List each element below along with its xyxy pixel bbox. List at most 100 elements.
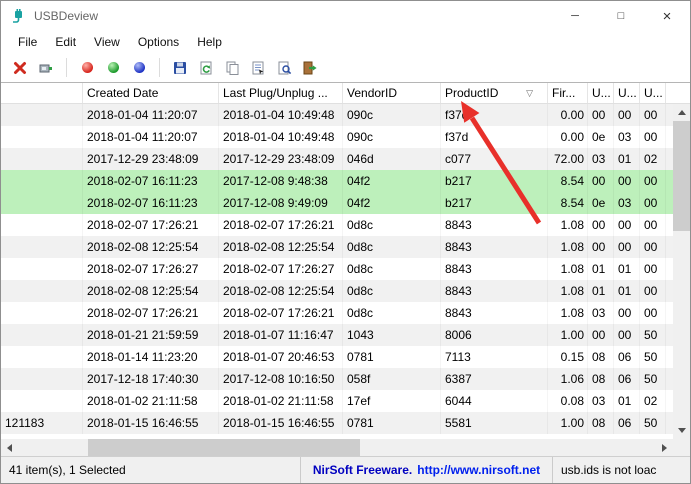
cell-vid: 0d8c bbox=[343, 258, 441, 280]
cell-pid: b217 bbox=[441, 192, 548, 214]
cell-c0 bbox=[1, 390, 83, 412]
cell-fw: 0.00 bbox=[548, 104, 588, 126]
table-row[interactable]: 2018-02-08 12:25:542018-02-08 12:25:540d… bbox=[1, 280, 673, 302]
save-report-button[interactable] bbox=[171, 59, 189, 77]
cell-created: 2018-01-02 21:11:58 bbox=[83, 390, 219, 412]
menu-file[interactable]: File bbox=[9, 33, 46, 51]
cell-u3: 00 bbox=[640, 280, 666, 302]
cell-vid: 04f2 bbox=[343, 192, 441, 214]
column-header-u3[interactable]: U... bbox=[640, 83, 666, 103]
table-row[interactable]: 2018-02-07 17:26:272018-02-07 17:26:270d… bbox=[1, 258, 673, 280]
cell-plug: 2018-02-07 17:26:27 bbox=[219, 258, 343, 280]
horizontal-scroll-thumb[interactable] bbox=[88, 439, 360, 456]
cell-fw: 1.00 bbox=[548, 412, 588, 434]
column-header-vid[interactable]: VendorID bbox=[343, 83, 441, 103]
table-row[interactable]: 2018-02-07 16:11:232017-12-08 9:49:0904f… bbox=[1, 192, 673, 214]
scroll-right-button[interactable] bbox=[656, 439, 673, 456]
red-circle-icon bbox=[82, 62, 93, 73]
cell-u1: 03 bbox=[588, 302, 614, 324]
menu-options[interactable]: Options bbox=[129, 33, 188, 51]
cell-fw: 1.08 bbox=[548, 280, 588, 302]
device-list: Created DateLast Plug/Unplug ...VendorID… bbox=[1, 82, 690, 456]
cell-c0 bbox=[1, 170, 83, 192]
scroll-left-button[interactable] bbox=[1, 439, 18, 456]
table-row[interactable]: 2018-02-07 17:26:212018-02-07 17:26:210d… bbox=[1, 302, 673, 324]
menu-edit[interactable]: Edit bbox=[46, 33, 85, 51]
vertical-scroll-thumb[interactable] bbox=[673, 121, 690, 231]
usbids-status-text: usb.ids is not loac bbox=[561, 463, 656, 477]
header-row: Created DateLast Plug/Unplug ...VendorID… bbox=[1, 83, 690, 104]
scroll-down-button[interactable] bbox=[673, 422, 690, 439]
maximize-button[interactable]: □ bbox=[598, 1, 644, 31]
cell-c0 bbox=[1, 368, 83, 390]
column-header-u1[interactable]: U... bbox=[588, 83, 614, 103]
table-row[interactable]: 2017-12-29 23:48:092017-12-29 23:48:0904… bbox=[1, 148, 673, 170]
table-row[interactable]: 2018-01-04 11:20:072018-01-04 10:49:4809… bbox=[1, 126, 673, 148]
find-button[interactable] bbox=[275, 59, 293, 77]
green-circle-button[interactable] bbox=[104, 59, 122, 77]
app-icon bbox=[10, 8, 26, 24]
copy-button[interactable] bbox=[223, 59, 241, 77]
cell-u2: 03 bbox=[614, 126, 640, 148]
cell-vid: 0d8c bbox=[343, 214, 441, 236]
scrollbar-corner bbox=[673, 439, 690, 456]
table-row[interactable]: 2018-02-08 12:25:542018-02-08 12:25:540d… bbox=[1, 236, 673, 258]
cell-u2: 06 bbox=[614, 412, 640, 434]
table-row[interactable]: 2018-01-02 21:11:582018-01-02 21:11:5817… bbox=[1, 390, 673, 412]
column-header-created[interactable]: Created Date bbox=[83, 83, 219, 103]
table-row[interactable]: 2018-02-07 17:26:212018-02-07 17:26:210d… bbox=[1, 214, 673, 236]
cell-pid: 5581 bbox=[441, 412, 548, 434]
close-icon: × bbox=[663, 8, 672, 25]
properties-button[interactable] bbox=[249, 59, 267, 77]
down-arrow-icon bbox=[678, 428, 686, 433]
cell-pid: 8843 bbox=[441, 302, 548, 324]
cell-created: 2018-02-07 17:26:27 bbox=[83, 258, 219, 280]
cell-created: 2018-01-21 21:59:59 bbox=[83, 324, 219, 346]
cell-u3: 00 bbox=[640, 214, 666, 236]
column-header-pid[interactable]: ProductID▽ bbox=[441, 83, 548, 103]
vertical-scrollbar[interactable] bbox=[673, 104, 690, 439]
menu-view[interactable]: View bbox=[85, 33, 129, 51]
table-row[interactable]: 2018-02-07 16:11:232017-12-08 9:48:3804f… bbox=[1, 170, 673, 192]
save-icon bbox=[172, 60, 188, 76]
cell-fw: 0.08 bbox=[548, 390, 588, 412]
column-header-plug[interactable]: Last Plug/Unplug ... bbox=[219, 83, 343, 103]
column-header-icon[interactable] bbox=[1, 83, 83, 103]
cell-u1: 03 bbox=[588, 390, 614, 412]
cell-created: 2018-02-08 12:25:54 bbox=[83, 280, 219, 302]
horizontal-scrollbar[interactable] bbox=[1, 439, 673, 456]
column-header-u2[interactable]: U... bbox=[614, 83, 640, 103]
table-row[interactable]: 2017-12-18 17:40:302017-12-08 10:16:5005… bbox=[1, 368, 673, 390]
cell-u3: 00 bbox=[640, 258, 666, 280]
cell-created: 2017-12-29 23:48:09 bbox=[83, 148, 219, 170]
cell-u2: 00 bbox=[614, 104, 640, 126]
title-bar[interactable]: USBDeview ─ □ × bbox=[1, 1, 690, 31]
uninstall-button[interactable] bbox=[11, 59, 29, 77]
cell-u2: 03 bbox=[614, 192, 640, 214]
menu-help[interactable]: Help bbox=[188, 33, 231, 51]
blue-circle-button[interactable] bbox=[130, 59, 148, 77]
exit-button[interactable] bbox=[301, 59, 319, 77]
refresh-button[interactable] bbox=[197, 59, 215, 77]
minimize-button[interactable]: ─ bbox=[552, 1, 598, 31]
table-row[interactable]: 2018-01-21 21:59:592018-01-07 11:16:4710… bbox=[1, 324, 673, 346]
cell-pid: c077 bbox=[441, 148, 548, 170]
close-button[interactable]: × bbox=[644, 1, 690, 31]
cell-u3: 02 bbox=[640, 390, 666, 412]
usbdeview-window: USBDeview ─ □ × File Edit View Options H… bbox=[0, 0, 691, 484]
table-row[interactable]: 2018-01-04 11:20:072018-01-04 10:49:4809… bbox=[1, 104, 673, 126]
usb-device-button[interactable] bbox=[37, 59, 55, 77]
cell-fw: 8.54 bbox=[548, 170, 588, 192]
cell-u3: 02 bbox=[640, 148, 666, 170]
cell-fw: 1.08 bbox=[548, 258, 588, 280]
cell-fw: 1.08 bbox=[548, 214, 588, 236]
cell-plug: 2018-01-15 16:46:55 bbox=[219, 412, 343, 434]
column-header-fw[interactable]: Fir... bbox=[548, 83, 588, 103]
nirsoft-link[interactable]: http://www.nirsoft.net bbox=[417, 463, 540, 477]
scroll-up-button[interactable] bbox=[673, 104, 690, 121]
red-circle-button[interactable] bbox=[78, 59, 96, 77]
table-row[interactable]: 2018-01-14 11:23:202018-01-07 20:46:5307… bbox=[1, 346, 673, 368]
cell-u3: 00 bbox=[640, 192, 666, 214]
table-row[interactable]: 1211832018-01-15 16:46:552018-01-15 16:4… bbox=[1, 412, 673, 434]
cell-created: 2018-02-07 16:11:23 bbox=[83, 170, 219, 192]
